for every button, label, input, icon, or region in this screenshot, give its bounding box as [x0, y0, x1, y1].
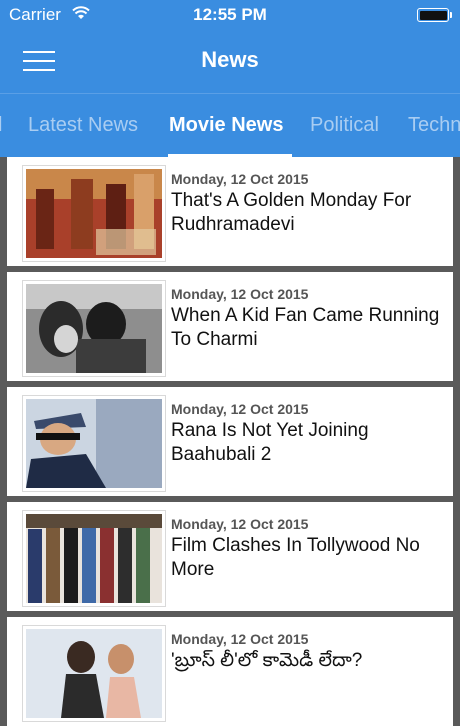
battery-icon	[417, 8, 449, 22]
news-date: Monday, 12 Oct 2015	[171, 171, 309, 187]
category-tabs: l Latest News Movie News Political Techn	[0, 93, 460, 157]
list-item[interactable]: Monday, 12 Oct 2015 When A Kid Fan Came …	[7, 272, 453, 381]
status-bar: Carrier 12:55 PM	[0, 0, 460, 30]
news-headline: When A Kid Fan Came Running To Charmi	[171, 305, 440, 350]
news-headline: 'బ్రూస్ లీ'లో కామెడీ లేదా?	[171, 650, 363, 671]
news-date: Monday, 12 Oct 2015	[171, 516, 309, 532]
status-time: 12:55 PM	[193, 5, 267, 24]
list-item[interactable]: Monday, 12 Oct 2015 Film Clashes In Toll…	[7, 502, 453, 611]
list-item[interactable]: Monday, 12 Oct 2015 Rana Is Not Yet Join…	[7, 387, 453, 496]
tab-movie-news[interactable]: Movie News	[169, 114, 283, 137]
news-date: Monday, 12 Oct 2015	[171, 401, 309, 417]
tab-latest-news[interactable]: Latest News	[28, 114, 138, 137]
tab-previous[interactable]: l	[0, 114, 2, 137]
news-thumbnail	[22, 165, 166, 262]
news-headline: Film Clashes In Tollywood No More	[171, 535, 420, 580]
battery-tip	[450, 12, 452, 18]
news-thumbnail	[22, 280, 166, 377]
news-thumbnail	[22, 625, 166, 722]
tab-technology[interactable]: Techn	[408, 114, 460, 137]
app-header: Carrier 12:55 PM News	[0, 0, 460, 93]
news-date: Monday, 12 Oct 2015	[171, 286, 309, 302]
news-date: Monday, 12 Oct 2015	[171, 631, 309, 647]
list-item[interactable]: Monday, 12 Oct 2015 That's A Golden Mond…	[7, 157, 453, 266]
news-headline: Rana Is Not Yet Joining Baahubali 2	[171, 420, 369, 465]
news-thumbnail	[22, 510, 166, 607]
list-item[interactable]: Monday, 12 Oct 2015 'బ్రూస్ లీ'లో కామెడీ…	[7, 617, 453, 726]
tab-political[interactable]: Political	[310, 114, 379, 137]
news-thumbnail	[22, 395, 166, 492]
news-headline: That's A Golden Monday For Rudhramadevi	[171, 190, 412, 235]
page-title: News	[201, 47, 259, 72]
